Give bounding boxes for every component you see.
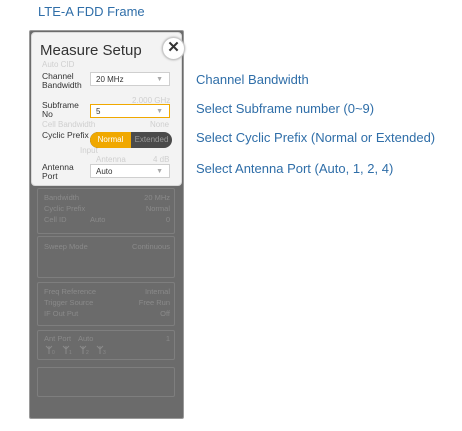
antenna-icon: 3 xyxy=(96,345,106,356)
if-output-label: IF Out Put xyxy=(44,309,79,318)
freq-reference-label: Freq Reference xyxy=(44,287,97,296)
antenna-icon: 2 xyxy=(79,345,89,356)
svg-text:1: 1 xyxy=(69,350,72,356)
svg-text:0: 0 xyxy=(52,350,55,356)
sweep-value: Continuous xyxy=(132,242,170,251)
summary-box: Bandwidth 20 MHz Cyclic Prefix Normal Ce… xyxy=(37,188,175,234)
antenna-port-value: Auto xyxy=(96,167,113,176)
channel-bandwidth-label: Channel Bandwidth xyxy=(42,71,82,90)
summary-cellid-mid: Auto xyxy=(90,215,106,224)
summary-bandwidth-label: Bandwidth xyxy=(44,193,80,202)
summary-bandwidth-value: 20 MHz xyxy=(144,193,170,202)
annotation-subframe: Select Subframe number (0~9) xyxy=(196,101,375,116)
sweep-label: Sweep Mode xyxy=(44,242,88,251)
subframe-label: Subframe No xyxy=(42,100,79,119)
ant-port-label: Ant Port xyxy=(44,334,72,343)
cyclic-prefix-normal[interactable]: Normal xyxy=(90,132,131,148)
panel-title: Measure Setup xyxy=(40,42,142,59)
trigger-source-label: Trigger Source xyxy=(44,298,94,307)
cyclic-prefix-extended[interactable]: Extended xyxy=(131,132,172,148)
page-title: LTE-A FDD Frame xyxy=(38,4,145,19)
summary-cp-value: Normal xyxy=(145,204,170,213)
ghost-text: 4 dB xyxy=(153,155,170,164)
sweep-box: Sweep Mode Continuous xyxy=(37,236,175,278)
ghost-text: Antenna xyxy=(96,155,126,164)
subframe-value: 5 xyxy=(96,107,101,116)
ghost-text: Cell Bandwidth xyxy=(42,120,96,129)
chevron-down-icon: ▼ xyxy=(156,168,163,175)
annotation-cyclic-prefix: Select Cyclic Prefix (Normal or Extended… xyxy=(196,130,436,145)
summary-cellid-label: Cell ID xyxy=(44,215,67,224)
subframe-select[interactable]: 5 ▼ xyxy=(90,104,170,118)
antenna-port-select[interactable]: Auto ▼ xyxy=(90,164,170,178)
measure-setup-panel: Measure Setup ✕ Auto CID 2.000 GHz Cell … xyxy=(29,30,185,419)
if-output-value: Off xyxy=(160,309,170,318)
antenna-icons: 0 1 2 3 xyxy=(45,345,106,356)
antenna-box: Ant Port Auto 1 0 1 2 3 xyxy=(37,330,175,360)
ant-port-value: 1 xyxy=(165,334,170,343)
empty-box xyxy=(37,367,175,397)
svg-text:3: 3 xyxy=(103,350,106,356)
summary-cp-label: Cyclic Prefix xyxy=(44,204,86,213)
annotation-channel-bandwidth: Channel Bandwidth xyxy=(196,72,309,87)
svg-text:2: 2 xyxy=(86,350,89,356)
reference-box: Freq Reference Internal Trigger Source F… xyxy=(37,282,175,326)
close-icon[interactable]: ✕ xyxy=(162,37,185,60)
cyclic-prefix-label: Cyclic Prefix xyxy=(42,130,89,140)
freq-reference-value: Internal xyxy=(144,287,170,296)
ghost-text: Auto CID xyxy=(42,60,75,69)
antenna-icon: 1 xyxy=(62,345,72,356)
ant-port-mid: Auto xyxy=(78,334,94,343)
summary-cellid-value: 0 xyxy=(165,215,170,224)
trigger-source-value: Free Run xyxy=(138,298,170,307)
cyclic-prefix-toggle[interactable]: Normal Extended xyxy=(90,132,172,148)
chevron-down-icon: ▼ xyxy=(156,108,163,115)
chevron-down-icon: ▼ xyxy=(156,76,163,83)
antenna-icon: 0 xyxy=(45,345,55,356)
annotation-antenna-port: Select Antenna Port (Auto, 1, 2, 4) xyxy=(196,161,394,176)
antenna-port-label: Antenna Port xyxy=(42,162,74,181)
setup-card: Measure Setup ✕ Auto CID 2.000 GHz Cell … xyxy=(31,32,185,186)
ghost-text: None xyxy=(150,120,170,129)
channel-bandwidth-value: 20 MHz xyxy=(96,75,124,84)
channel-bandwidth-select[interactable]: 20 MHz ▼ xyxy=(90,72,170,86)
